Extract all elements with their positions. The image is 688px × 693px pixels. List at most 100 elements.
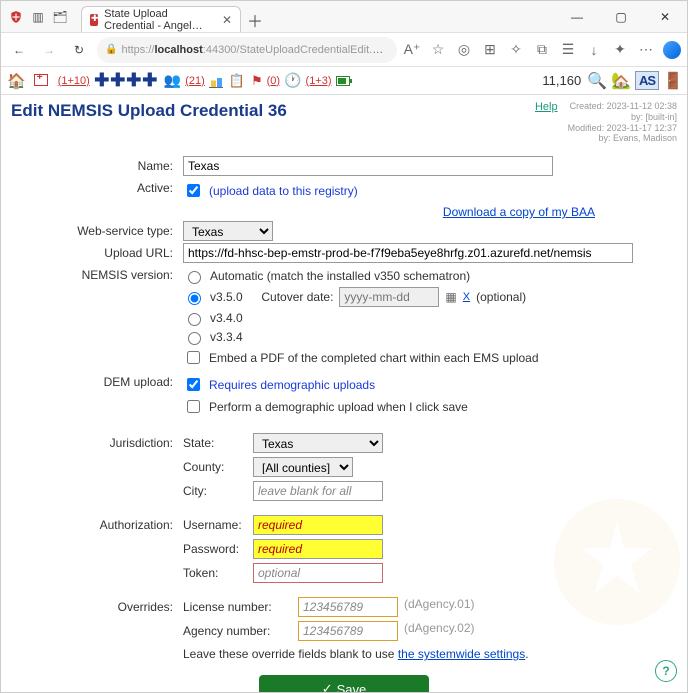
app-toolbar: 🏠 (1+10) ✚ ✚ ✚ ✚ 👥 (21) 📋 ⚑ (0) 🕐 (1+3) … [1,67,687,95]
city-label: City: [183,481,253,498]
active-checkbox[interactable] [187,184,200,197]
close-tab-icon[interactable]: ✕ [222,13,232,27]
meta-created: Created: 2023-11-12 02:38 [568,101,677,112]
demo-on-save-checkbox[interactable] [187,400,200,413]
address-bar: ← → ↻ 🔒 https://localhost:44300/StateUpl… [1,33,687,67]
state-select[interactable]: Texas [253,433,383,453]
flag-tool[interactable]: ⚑ [249,67,265,94]
forward-button[interactable]: → [37,38,61,62]
label-dem-upload: DEM upload: [13,372,183,389]
puzzle-icon[interactable]: ✦ [611,41,629,59]
address-bar-icons: A⁺ ☆ ◎ ⊞ ✧ ⧉ ☰ ↓ ✦ ⋯ [403,41,681,59]
collections-icon[interactable]: ✧ [507,41,525,59]
plus-icon[interactable]: ✚ [110,73,126,89]
save-button[interactable]: ✓ Save [259,675,429,692]
people-tool[interactable]: 👥 [162,67,183,94]
exit-icon[interactable]: 🚪 [663,71,683,91]
license-input[interactable] [298,597,398,617]
favorite-icon[interactable]: ☆ [429,41,447,59]
back-button[interactable]: ← [7,38,31,62]
username-input[interactable] [253,515,383,535]
people-badge[interactable]: (21) [185,75,205,87]
upload-url-input[interactable] [183,243,633,263]
meta-created-by: by: [built-in] [568,112,677,123]
meta-modified: Modified: 2023-11-17 12:37 [568,123,677,134]
cutover-label: Cutover date: [261,290,333,304]
agency-label: Agency number: [183,621,298,638]
baa-link[interactable]: Download a copy of my BAA [443,205,595,219]
cutover-date-input[interactable] [339,287,439,307]
extensions-icon[interactable]: ⊞ [481,41,499,59]
form-content: Name: Active: (upload data to this regis… [1,146,687,692]
plus-icon[interactable]: ✚ [142,73,158,89]
ver-340-radio[interactable] [188,313,201,326]
password-label: Password: [183,539,253,556]
embed-pdf-checkbox[interactable] [187,351,200,364]
clock-tool[interactable]: 🕐 [282,67,303,94]
incidents-badge[interactable]: (1+10) [58,75,90,87]
clock-badge[interactable]: (1+3) [306,75,332,87]
tracking-icon[interactable]: ◎ [455,41,473,59]
city-input[interactable] [253,481,383,501]
battery-tool[interactable] [334,67,352,94]
as-badge[interactable]: AS [635,71,659,90]
override-note-post: . [525,647,528,661]
maximize-button[interactable]: ▢ [599,1,643,33]
wstype-select[interactable]: Texas [183,221,273,241]
more-icon[interactable]: ⋯ [637,41,655,59]
plus-icon[interactable]: ✚ [94,73,110,89]
browser-tab[interactable]: State Upload Credential - Angel… ✕ [81,6,241,32]
refresh-button[interactable]: ↻ [67,38,91,62]
minimize-button[interactable]: ― [555,1,599,33]
chart-tool[interactable] [207,67,225,94]
ver-340-label: v3.4.0 [210,311,243,325]
token-input[interactable] [253,563,383,583]
clipboard-tool[interactable]: 📋 [227,67,247,94]
copilot-icon[interactable] [663,41,681,59]
help-bubble[interactable]: ? [655,660,677,682]
calendar-icon[interactable]: ▦ [445,290,456,304]
workspaces-icon[interactable]: ▥ [31,10,45,24]
check-icon: ✓ [322,681,333,692]
ambulance-tool[interactable] [30,67,56,94]
window-controls: ― ▢ ✕ [555,1,687,33]
home-tool[interactable]: 🏠 [5,67,28,94]
ver-334-radio[interactable] [188,332,201,345]
ver-auto-radio[interactable] [188,271,201,284]
search-icon[interactable]: 🔍 [587,71,607,91]
dagency02-hint: (dAgency.02) [404,621,474,635]
tab-strip: State Upload Credential - Angel… ✕ ＋ [75,1,555,32]
help-link[interactable]: Help [535,101,558,113]
active-note: (upload data to this registry) [209,184,358,198]
add-buttons: ✚ ✚ ✚ ✚ [92,67,160,94]
password-input[interactable] [253,539,383,559]
cutover-clear[interactable]: X [463,291,470,303]
flag-badge[interactable]: (0) [267,75,280,87]
sidebar-icon[interactable]: ☰ [559,41,577,59]
url-field[interactable]: 🔒 https://localhost:44300/StateUploadCre… [97,37,397,63]
home-nav-icon[interactable]: 🏡 [611,71,631,91]
page-header: Edit NEMSIS Upload Credential 36 Help Cr… [1,95,687,146]
plus-icon[interactable]: ✚ [126,73,142,89]
tab-actions-icon[interactable]: 🗂 [53,10,67,24]
label-overrides: Overrides: [13,597,183,614]
downloads-icon[interactable]: ↓ [585,41,603,59]
titlebar: ▥ 🗂 State Upload Credential - Angel… ✕ ＋… [1,1,687,33]
label-upload-url: Upload URL: [13,243,183,260]
license-label: License number: [183,597,298,614]
agency-input[interactable] [298,621,398,641]
label-authorization: Authorization: [13,515,183,532]
systemwide-settings-link[interactable]: the systemwide settings [398,647,525,661]
ver-334-label: v3.3.4 [210,330,243,344]
county-select[interactable]: [All counties] [253,457,353,477]
new-tab-button[interactable]: ＋ [247,8,263,32]
label-jurisdiction: Jurisdiction: [13,433,183,450]
close-window-button[interactable]: ✕ [643,1,687,33]
embed-pdf-label: Embed a PDF of the completed chart withi… [209,351,539,365]
reader-icon[interactable]: A⁺ [403,41,421,59]
req-demo-checkbox[interactable] [187,378,200,391]
name-input[interactable] [183,156,553,176]
ver-350-radio[interactable] [188,292,201,305]
split-icon[interactable]: ⧉ [533,41,551,59]
tab-title: State Upload Credential - Angel… [104,8,216,32]
